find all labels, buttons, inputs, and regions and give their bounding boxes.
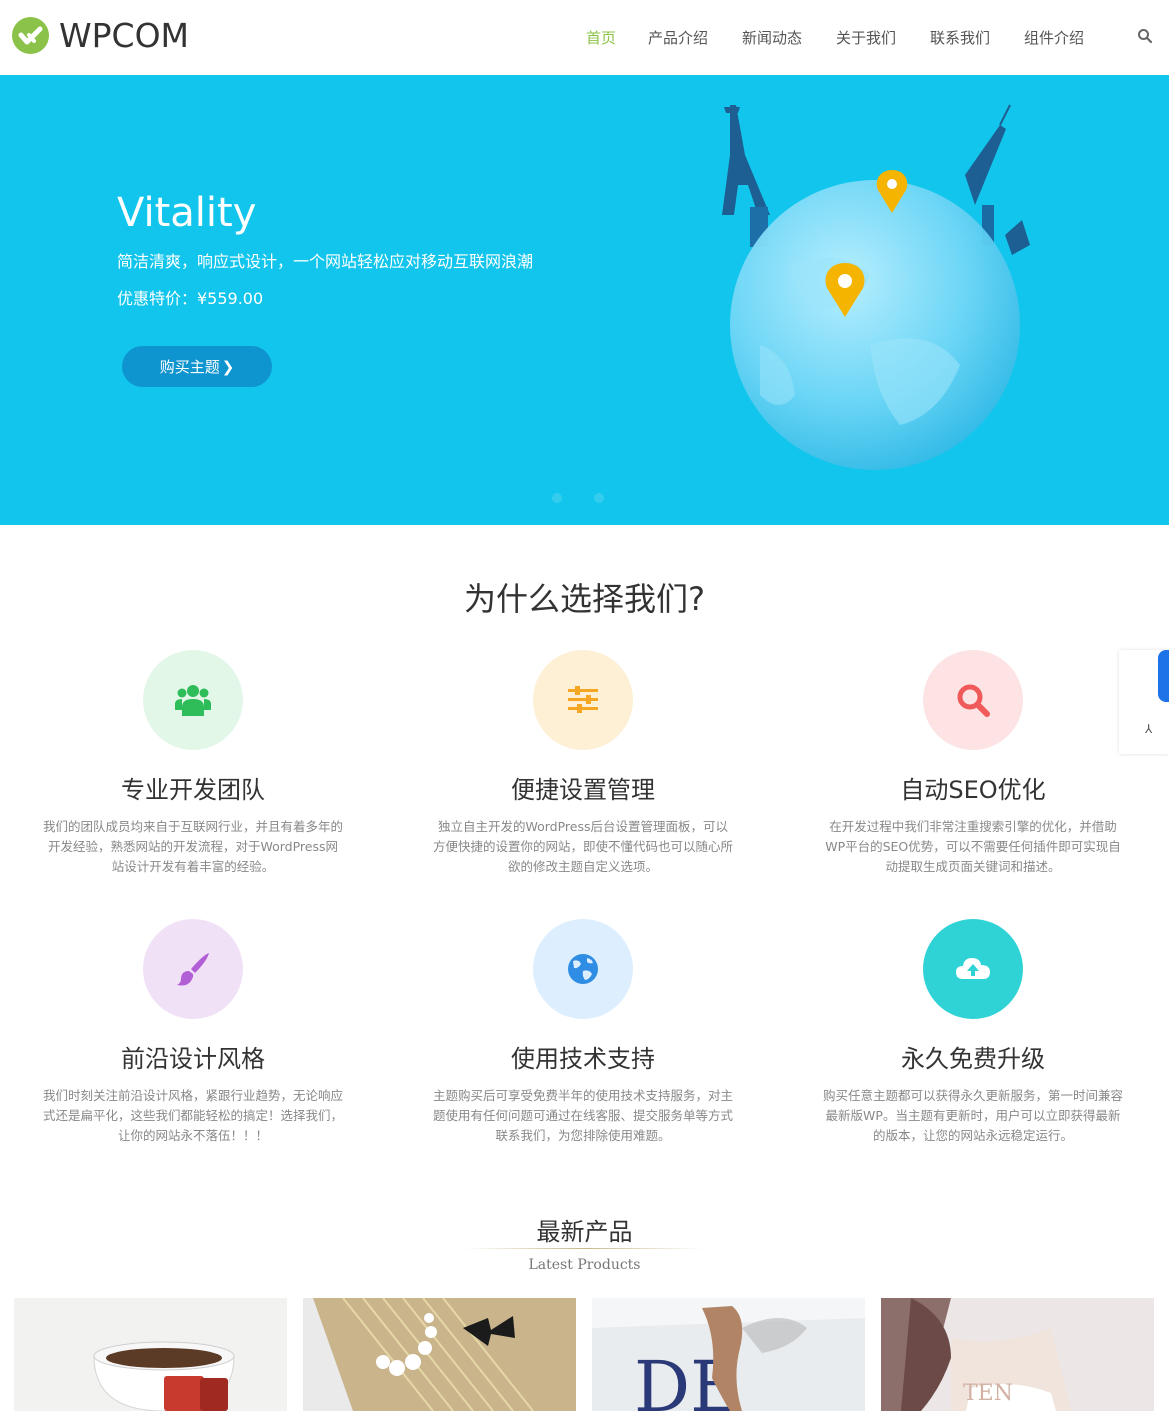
feature-card: 使用技术支持 主题购买后可享受免费半年的使用技术支持服务，对主题使用有任何问题可…	[428, 919, 738, 1146]
feature-desc: 独立自主开发的WordPress后台设置管理面板，可以方便快捷的设置你的网站，即…	[432, 819, 733, 874]
feature-title: 使用技术支持	[511, 1045, 655, 1073]
chevron-right-icon: ❯	[221, 357, 235, 376]
feature-desc: 我们的团队成员均来自于互联网行业，并且有着多年的开发经验，熟悉网站的开发流程，对…	[42, 819, 343, 874]
product-thumbnail[interactable]: TEN	[881, 1298, 1154, 1411]
card-design-image	[303, 1298, 576, 1411]
hero-title: Vitality	[117, 190, 257, 236]
feature-desc: 购买任意主题都可以获得永久更新服务，第一时间兼容最新版WP。当主题有更新时，用户…	[822, 1088, 1123, 1143]
cloud-upload-icon	[956, 958, 990, 979]
nav-item-home[interactable]: 首页	[586, 27, 616, 48]
buy-theme-label: 购买主题	[159, 358, 220, 376]
feature-card: 前沿设计风格 我们时刻关注前沿设计风格，紧跟行业趋势，无论响应式还是扁平化，这些…	[38, 919, 348, 1146]
sliders-icon	[568, 686, 598, 713]
product-thumbnail[interactable]: DE	[592, 1298, 865, 1411]
coffee-cup-image	[14, 1298, 287, 1411]
product-thumbnail[interactable]	[14, 1298, 287, 1411]
feature-desc: 主题购买后可享受免费半年的使用技术支持服务，对主题使用有任何问题可通过在线客服、…	[432, 1088, 733, 1143]
carousel-dot[interactable]	[552, 493, 562, 503]
feature-icon-circle	[533, 919, 633, 1019]
site-header: WPCOM 首页 产品介绍 新闻动态 关于我们 联系我们 组件介绍	[0, 0, 1169, 75]
feature-desc: 我们时刻关注前沿设计风格，紧跟行业趋势，无论响应式还是扁平化，这些我们都能轻松的…	[42, 1088, 343, 1143]
latest-products-title: 最新产品	[536, 1218, 633, 1246]
svg-text:TEN: TEN	[963, 1381, 1013, 1406]
main-nav: 首页 产品介绍 新闻动态 关于我们 联系我们 组件介绍	[0, 27, 1169, 47]
nav-item-about[interactable]: 关于我们	[836, 27, 896, 48]
model-portrait-image: TEN	[881, 1298, 1154, 1411]
feature-desc: 在开发过程中我们非常注重搜索引擎的优化，并借助WP平台的SEO优势，可以不需要任…	[825, 819, 1121, 874]
feature-icon-circle	[923, 650, 1023, 750]
latest-products-subtitle: Latest Products	[528, 1257, 641, 1273]
why-section-title: 为什么选择我们?	[464, 580, 705, 618]
feature-card: 永久免费升级 购买任意主题都可以获得永久更新服务，第一时间兼容最新版WP。当主题…	[818, 919, 1128, 1146]
feature-icon-circle	[143, 650, 243, 750]
hero-subtitle: 简洁清爽，响应式设计，一个网站轻松应对移动互联网浪潮	[117, 252, 534, 271]
feature-card: 便捷设置管理 独立自主开发的WordPress后台设置管理面板，可以方便快捷的设…	[428, 650, 738, 877]
feature-icon-circle	[923, 919, 1023, 1019]
globe-icon	[568, 954, 598, 984]
back-to-top-icon[interactable]: ⅄	[1145, 722, 1152, 736]
feature-title: 便捷设置管理	[511, 776, 655, 804]
brush-icon	[177, 953, 209, 986]
nav-item-products[interactable]: 产品介绍	[648, 27, 708, 48]
magnifier-icon	[957, 684, 990, 717]
product-thumbnail[interactable]	[303, 1298, 576, 1411]
globe-illustration	[722, 104, 1030, 470]
feature-title: 专业开发团队	[121, 776, 265, 804]
carousel-dots	[552, 493, 604, 503]
side-float-widget: ⅄	[1119, 650, 1169, 754]
carousel-dot[interactable]	[594, 493, 604, 503]
nav-item-news[interactable]: 新闻动态	[742, 27, 802, 48]
online-service-button[interactable]	[1158, 650, 1169, 702]
feature-card: 专业开发团队 我们的团队成员均来自于互联网行业，并且有着多年的开发经验，熟悉网站…	[38, 650, 348, 877]
hero-price: 优惠特价：¥559.00	[117, 289, 264, 308]
nav-item-components[interactable]: 组件介绍	[1024, 27, 1084, 48]
feature-title: 前沿设计风格	[121, 1045, 265, 1073]
team-icon	[175, 685, 211, 716]
buy-theme-button[interactable]: 购买主题 ❯	[122, 346, 272, 387]
feature-icon-circle	[533, 650, 633, 750]
fashion-poster-image: DE	[592, 1298, 865, 1411]
feature-title: 自动SEO优化	[900, 776, 1046, 804]
hero-banner: Vitality 简洁清爽，响应式设计，一个网站轻松应对移动互联网浪潮 优惠特价…	[0, 75, 1169, 525]
feature-title: 永久免费升级	[901, 1045, 1045, 1073]
search-icon[interactable]	[1137, 28, 1153, 44]
feature-card: 自动SEO优化 在开发过程中我们非常注重搜索引擎的优化，并借助WP平台的SEO优…	[818, 650, 1128, 877]
feature-icon-circle	[143, 919, 243, 1019]
title-divider	[464, 1248, 704, 1249]
nav-item-contact[interactable]: 联系我们	[930, 27, 990, 48]
